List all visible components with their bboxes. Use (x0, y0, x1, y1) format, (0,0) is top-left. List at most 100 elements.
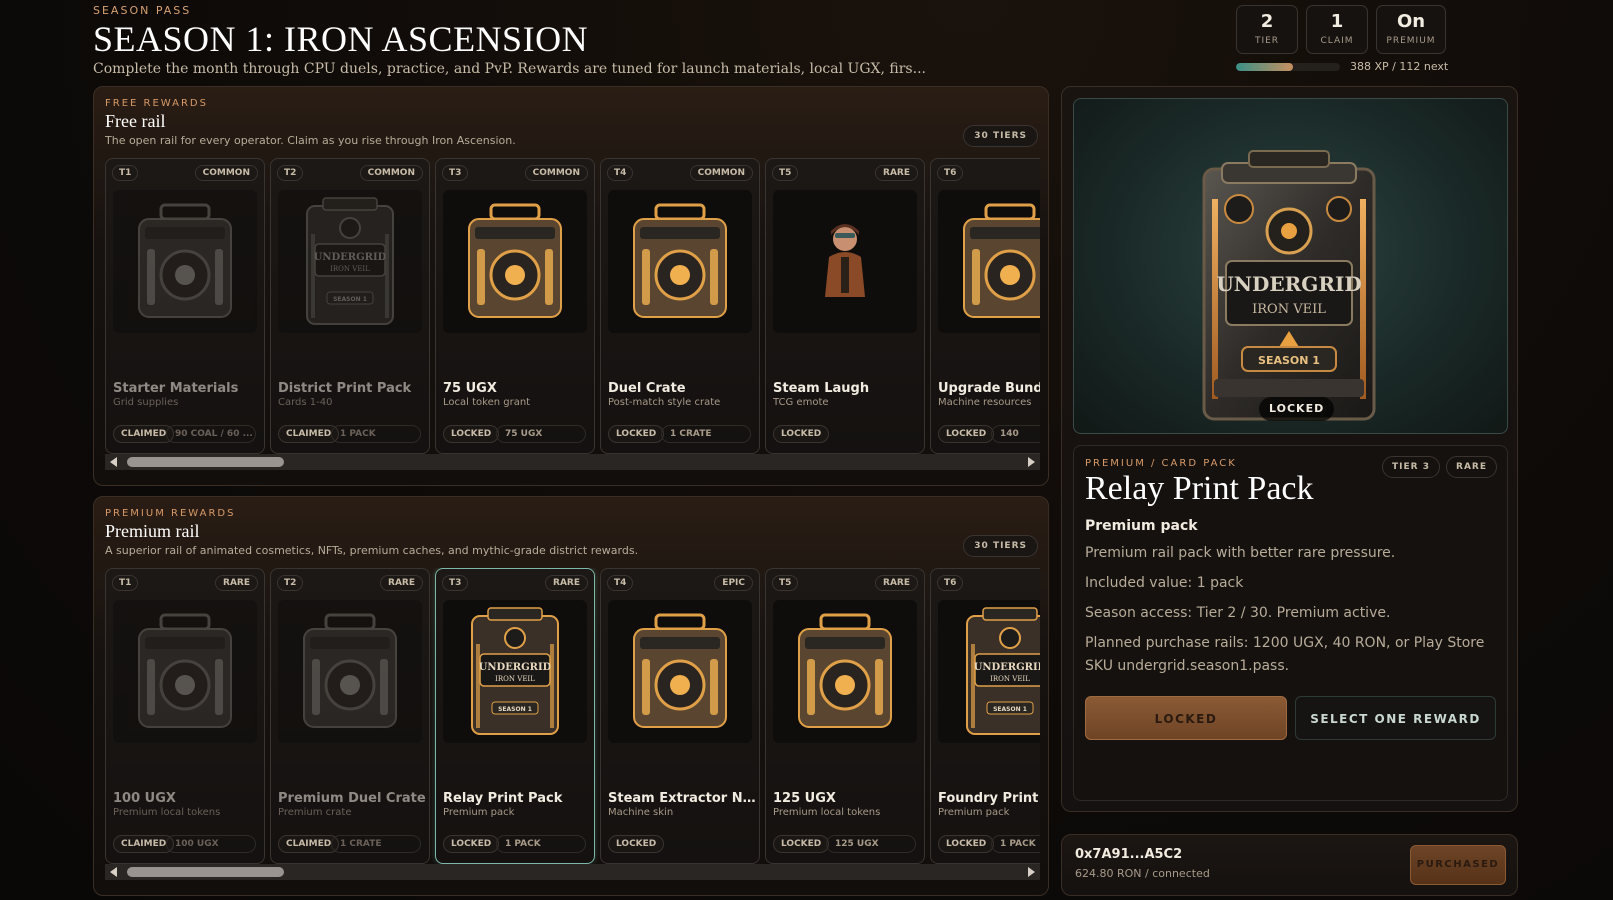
reward-card-starter-materials[interactable]: T1 COMMON Starter Materials Grid supplies C… (105, 158, 265, 454)
free-rail-tiers-badge: 30 TIERS (963, 125, 1038, 147)
pack-line-text: IRON VEIL (1252, 302, 1326, 317)
card-title: Duel Crate (608, 381, 686, 396)
card-title: Upgrade Bundle (938, 381, 1040, 396)
reward-card-district-print-pack[interactable]: T2 COMMON UNDERGRID IRON VEIL SEASON 1 Di… (270, 158, 430, 454)
premium-rail-description: A superior rail of animated cosmetics, N… (105, 544, 639, 557)
card-status-badge: LOCKED (443, 425, 500, 443)
page-eyebrow: SEASON PASS (93, 4, 192, 17)
card-tier-badge: T1 (112, 165, 139, 181)
hero-locked-badge: LOCKED (1259, 397, 1335, 421)
stat-tier-value: 2 (1260, 11, 1274, 32)
card-art-pack-gold: UNDERGRID IRON VEIL SEASON 1 (443, 600, 587, 743)
card-tier-badge: T5 (772, 165, 799, 181)
reward-card-duel-crate[interactable]: T4 COMMON Duel Crate Post-match style crat… (600, 158, 760, 454)
stat-claim-value: 1 (1330, 11, 1344, 32)
stat-premium-value: On (1396, 11, 1426, 32)
card-status-badge: LOCKED (773, 425, 830, 443)
reward-category: PREMIUM / CARD PACK (1085, 458, 1237, 469)
card-art-crate-gold (773, 600, 917, 743)
card-rarity-badge: RARE (875, 575, 918, 591)
wallet-balance: 624.80 RON / connected (1075, 867, 1210, 880)
stat-claim: 1 CLAIM (1306, 5, 1368, 54)
reward-card-125-ugx[interactable]: T5 RARE 125 UGX Premium local tokens LOCKED… (765, 568, 925, 864)
card-rarity-badge: RARE (215, 575, 258, 591)
card-status-badge: LOCKED (608, 835, 665, 853)
reward-hero-art: UNDERGRID IRON VEIL SEASON 1 LOCKED (1073, 98, 1508, 434)
reward-rarity-chip: RARE (1446, 456, 1497, 478)
premium-rail-cards[interactable]: T1 RARE 100 UGX Premium local tokens CLAIME… (105, 568, 1040, 864)
card-amount: 140 (991, 425, 1040, 443)
card-title: Foundry Print Pack (938, 791, 1040, 806)
stat-tier-label: TIER (1254, 36, 1280, 46)
reward-chips: TIER 3 RARE (1382, 456, 1497, 478)
free-rail-scrollbar[interactable] (105, 454, 1040, 470)
card-title: 75 UGX (443, 381, 497, 396)
card-rarity-badge: COMMON (359, 165, 423, 181)
free-rail-cards[interactable]: T1 COMMON Starter Materials Grid supplies C… (105, 158, 1040, 454)
card-tier-badge: T2 (277, 165, 304, 181)
svg-text:UNDERGRID: UNDERGRID (314, 252, 387, 263)
reward-name: Relay Print Pack (1085, 470, 1314, 507)
card-subtitle: Post-match style crate (608, 397, 721, 408)
premium-rail-scrollbar[interactable] (105, 864, 1040, 880)
scroll-thumb[interactable] (127, 457, 284, 467)
card-status-badge: LOCKED (938, 425, 995, 443)
xp-progress-fill (1236, 63, 1294, 71)
reward-card-premium-duel-crate[interactable]: T2 RARE Premium Duel Crate Premium crate CL… (270, 568, 430, 864)
scroll-thumb[interactable] (127, 867, 284, 877)
reward-card-upgrade-bundle[interactable]: T6 Upgrade BundleMachine resources LOCKED… (930, 158, 1040, 454)
card-tier-badge: T5 (772, 575, 799, 591)
card-art-crate-dark (278, 600, 422, 743)
card-status-badge: LOCKED (773, 835, 830, 853)
scroll-left-arrow-icon[interactable] (110, 867, 117, 877)
card-rarity-badge: COMMON (524, 165, 588, 181)
card-amount: 100 UGX (166, 835, 256, 853)
svg-text:IRON VEIL: IRON VEIL (990, 675, 1030, 683)
page-title: SEASON 1: IRON ASCENSION (93, 19, 589, 59)
card-subtitle: Machine skin (608, 807, 674, 818)
card-amount: 1 CRATE (331, 835, 421, 853)
svg-text:IRON VEIL: IRON VEIL (330, 265, 370, 273)
scroll-right-arrow-icon[interactable] (1028, 457, 1035, 467)
locked-button[interactable]: LOCKED (1085, 696, 1287, 740)
card-art-crate-gold (443, 190, 587, 333)
stat-premium: On PREMIUM (1376, 5, 1446, 54)
card-rarity-badge: COMMON (194, 165, 258, 181)
reward-card-steam-extractor-night[interactable]: T4 EPIC Steam Extractor Night...Machine s… (600, 568, 760, 864)
reward-card-steam-laugh[interactable]: T5 RARE Steam Laugh TCG emote LOCKED (765, 158, 925, 454)
scroll-right-arrow-icon[interactable] (1028, 867, 1035, 877)
card-subtitle: Machine resources (938, 397, 1032, 408)
card-tier-badge: T3 (442, 165, 469, 181)
card-subtitle: Premium crate (278, 807, 352, 818)
xp-text: 388 XP / 112 next (1350, 60, 1449, 73)
card-status-badge: LOCKED (608, 425, 665, 443)
svg-text:SEASON 1: SEASON 1 (333, 296, 367, 303)
reward-included-value: Included value: 1 pack (1085, 575, 1244, 591)
card-subtitle: Premium local tokens (113, 807, 221, 818)
premium-rail-title: Premium rail (105, 521, 200, 541)
reward-card-75-ugx[interactable]: T3 COMMON 75 UGX Local token grant LOCKED 75… (435, 158, 595, 454)
page-subtitle: Complete the month through CPU duels, pr… (93, 61, 926, 77)
purchased-button[interactable]: PURCHASED (1410, 845, 1506, 885)
card-amount: 1 PACK (496, 835, 586, 853)
card-subtitle: Premium local tokens (773, 807, 881, 818)
card-rarity-badge: RARE (380, 575, 423, 591)
reward-card-100-ugx[interactable]: T1 RARE 100 UGX Premium local tokens CLAIME… (105, 568, 265, 864)
stat-premium-label: PREMIUM (1386, 36, 1436, 46)
card-tier-badge: T4 (607, 165, 634, 181)
card-status-badge: LOCKED (938, 835, 995, 853)
card-title: District Print Pack (278, 381, 412, 396)
reward-card-foundry-print-pack[interactable]: T6 UNDERGRID IRON VEIL SEASON 1 Foundry … (930, 568, 1040, 864)
svg-text:UNDERGRID: UNDERGRID (479, 662, 552, 673)
card-amount: 1 PACK (991, 835, 1040, 853)
premium-rail-eyebrow: PREMIUM REWARDS (105, 508, 236, 519)
card-title: Relay Print Pack (443, 791, 563, 806)
card-subtitle: Cards 1-40 (278, 397, 333, 408)
free-rail-eyebrow: FREE REWARDS (105, 98, 208, 109)
card-art-pack-gold: UNDERGRID IRON VEIL SEASON 1 (938, 600, 1040, 743)
select-one-reward-button[interactable]: SELECT ONE REWARD (1295, 696, 1496, 740)
scroll-left-arrow-icon[interactable] (110, 457, 117, 467)
reward-info: PREMIUM / CARD PACK TIER 3 RARE Relay Pr… (1073, 445, 1508, 801)
reward-card-relay-print-pack[interactable]: T3 RARE UNDERGRID IRON VEIL SEASON 1 Rela… (435, 568, 595, 864)
card-tier-badge: T2 (277, 575, 304, 591)
